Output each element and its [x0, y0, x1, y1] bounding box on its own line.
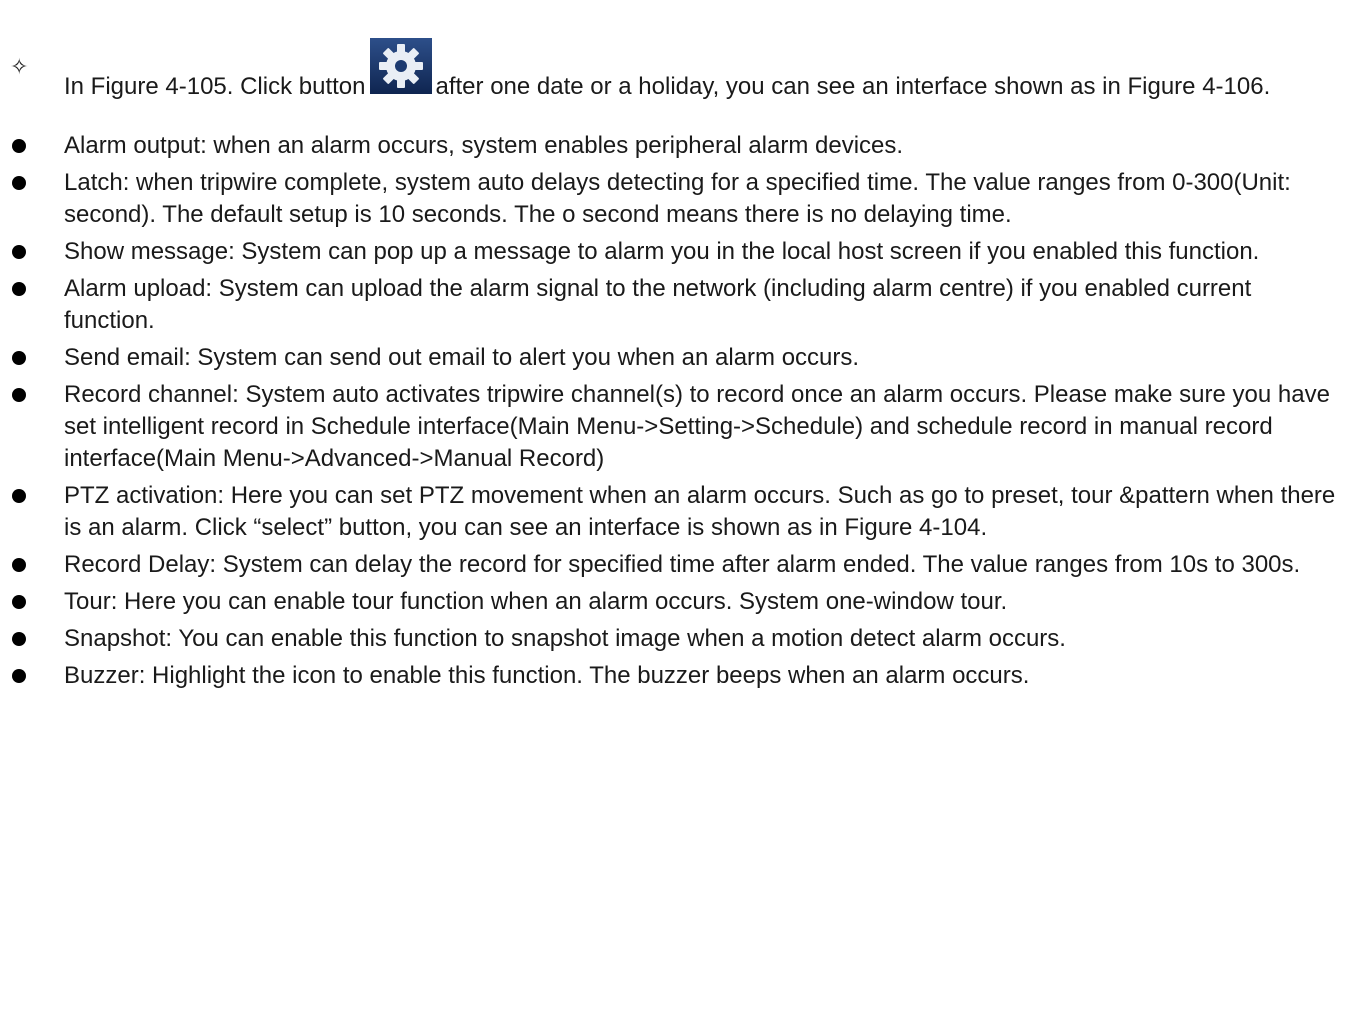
- list-item-text: PTZ activation: Here you can set PTZ mov…: [64, 482, 1336, 541]
- list-item: Alarm output: when an alarm occurs, syst…: [0, 130, 1355, 162]
- list-item: PTZ activation: Here you can set PTZ mov…: [0, 480, 1355, 544]
- bullet-dot: [12, 632, 26, 646]
- bullet-dot: [12, 595, 26, 609]
- gear-icon[interactable]: [369, 38, 432, 94]
- list-item: Record channel: System auto activates tr…: [0, 379, 1355, 475]
- list-item-text: Record channel: System auto activates tr…: [64, 381, 1330, 472]
- list-item: Snapshot: You can enable this function t…: [0, 623, 1355, 655]
- bullet-dot: [12, 489, 26, 503]
- list-item-text: Send email: System can send out email to…: [64, 344, 860, 371]
- bullet-dot: [12, 176, 26, 190]
- list-item: Record Delay: System can delay the recor…: [0, 549, 1355, 581]
- list-item: Latch: when tripwire complete, system au…: [0, 167, 1355, 231]
- list-item-text: Record Delay: System can delay the recor…: [64, 551, 1301, 578]
- list-item: Alarm upload: System can upload the alar…: [0, 273, 1355, 337]
- intro-paragraph: ✧ In Figure 4-105. Click button after on…: [0, 38, 1355, 108]
- intro-text-before: In Figure 4-105. Click button: [64, 73, 366, 100]
- list-item: Tour: Here you can enable tour function …: [0, 586, 1355, 618]
- bullet-dot: [12, 669, 26, 683]
- list-item-text: Tour: Here you can enable tour function …: [64, 588, 1008, 615]
- bullet-list: Alarm output: when an alarm occurs, syst…: [0, 130, 1355, 697]
- bullet-dot: [12, 351, 26, 365]
- bullet-dot: [12, 139, 26, 153]
- list-item: Buzzer: Highlight the icon to enable thi…: [0, 660, 1355, 692]
- bullet-dot: [12, 558, 26, 572]
- list-item-text: Buzzer: Highlight the icon to enable thi…: [64, 662, 1030, 689]
- list-item-text: Alarm output: when an alarm occurs, syst…: [64, 132, 904, 159]
- list-item: Send email: System can send out email to…: [0, 342, 1355, 374]
- list-item-text: Show message: System can pop up a messag…: [64, 238, 1260, 265]
- list-item-text: Latch: when tripwire complete, system au…: [64, 169, 1291, 228]
- bullet-dot: [12, 388, 26, 402]
- list-item: Show message: System can pop up a messag…: [0, 236, 1355, 268]
- bullet-dot: [12, 282, 26, 296]
- bullet-dot: [12, 245, 26, 259]
- diamond-star-icon: ✧: [10, 55, 29, 80]
- intro-text-after: after one date or a holiday, you can see…: [435, 73, 1271, 100]
- list-item-text: Snapshot: You can enable this function t…: [64, 625, 1066, 652]
- list-item-text: Alarm upload: System can upload the alar…: [64, 275, 1252, 334]
